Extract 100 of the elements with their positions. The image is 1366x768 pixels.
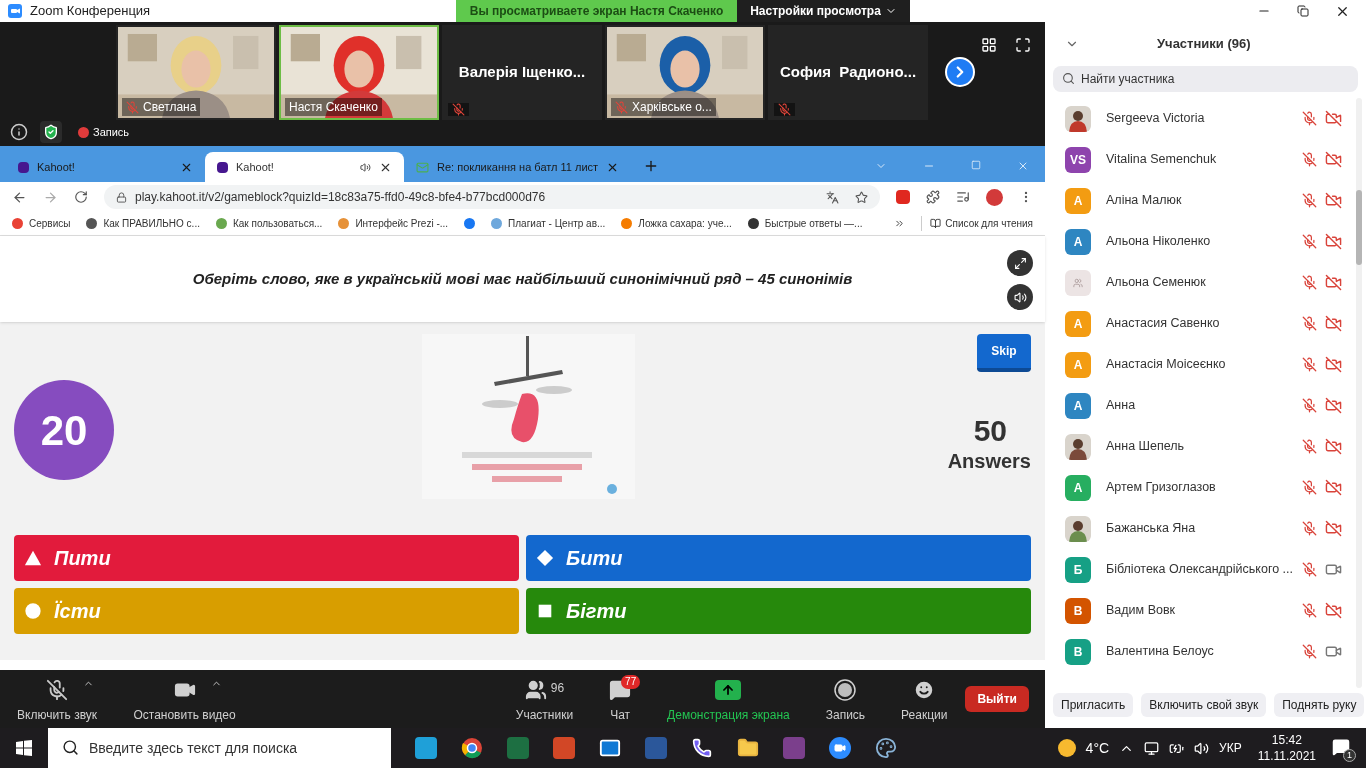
address-bar[interactable]: play.kahoot.it/v2/gameblock?quizId=18c83a75-ffd0-49c8-bfe4-b77bcd000d76 [104,185,880,209]
reload-icon[interactable] [74,190,88,204]
participant-name: Альона Ніколенко [1106,233,1211,251]
participant-row[interactable]: VS Vitalina Semenchuk [1053,139,1356,180]
extension-icon[interactable] [896,190,910,204]
toolbar-button[interactable]: Включить звук [8,672,107,726]
clock-date: 11.11.2021 [1257,748,1316,764]
question-text: Оберіть слово, яке в українській мові має найбільший синонімічний ряд – 45 синонімів [192,268,853,289]
answer-option[interactable]: Бити [526,535,1031,581]
participant-row[interactable]: Sergeeva Victoria [1053,98,1356,139]
camera-app-icon [8,4,22,18]
more-bookmarks-icon[interactable] [894,218,906,229]
avatar: Б [1065,556,1091,583]
tab-title: Re: покликання на батл 11 лист [437,159,599,175]
answers-count: 50 [973,416,1007,446]
lock-icon [116,191,127,203]
bookmark[interactable]: Сервисы [29,216,71,231]
answer-option[interactable]: Бігти [526,588,1031,634]
translate-icon[interactable] [826,190,839,204]
toolbar-button[interactable]: Реакции [883,672,966,726]
circle-icon [24,602,42,620]
browser-tab[interactable]: Kahoot! [205,152,404,182]
countdown-timer: 20 [14,380,114,480]
info-icon[interactable] [10,123,28,141]
answer-option[interactable]: Пити [14,535,519,581]
volume-icon[interactable] [1194,740,1210,756]
participant-name: Анна [1106,397,1136,415]
notifications-icon[interactable] [1332,738,1350,756]
reading-list[interactable]: Список для чтения [945,216,1033,231]
profile-avatar[interactable] [986,188,1003,206]
view-options-button[interactable]: Настройки просмотра [737,0,910,22]
participant-name: Настя Скаченко [289,99,378,116]
participant-name: Альона Семенюк [1106,274,1206,292]
bookmark[interactable]: Интерфейс Prezi -... [355,216,449,231]
browser-tab[interactable]: Re: покликання на батл 11 лист [404,152,632,182]
participant-row[interactable]: В Валентина Белоус [1053,631,1356,672]
layout-icon[interactable] [981,37,997,53]
taskbar-search-field[interactable]: Введите здесь текст для поиска [48,728,391,768]
panel-button[interactable]: Включить свой звук [1141,693,1267,717]
network-icon[interactable] [1144,740,1160,756]
participant-row[interactable]: А Анна [1053,385,1356,426]
bookmark[interactable]: Плагиат - Центр ав... [508,216,606,231]
record-icon [834,679,857,701]
participant-count: 96 [550,680,565,697]
avatar: А [1065,187,1091,214]
panel-button[interactable]: Поднять руку [1274,693,1365,717]
participant-name: Харківське о... [632,99,712,116]
participant-row[interactable]: Бажанська Яна [1053,508,1356,549]
participant-row[interactable]: Анна Шепель [1053,426,1356,467]
search-field[interactable]: Найти участника [1053,66,1358,92]
bookmark-icon[interactable] [464,218,476,229]
skip-button[interactable]: Skip [977,334,1031,372]
toolbar-button[interactable]: Запись [807,672,884,726]
bookmark[interactable]: Ложка сахара: уче... [638,216,732,231]
panel-title: Участники (96) [1157,35,1251,54]
language-indicator[interactable]: УКР [1219,739,1242,757]
participant-name: Артем Гризоглазов [1106,479,1216,497]
windows-logo-icon[interactable] [16,740,32,756]
back-icon[interactable] [12,189,27,205]
people-icon [524,679,547,701]
toolbar-button[interactable]: 77 Чат [591,672,650,726]
participant-name: Анастасия Савенко [1106,315,1220,333]
panel-button[interactable]: Пригласить [1053,693,1134,717]
browser-tab[interactable]: Kahoot! [6,152,205,182]
leave-button[interactable]: Выйти [965,686,1029,712]
toolbar-label: Остановить видео [133,707,236,724]
avatar: А [1065,392,1091,419]
restore-icon[interactable] [1297,5,1309,17]
avatar: В [1065,597,1091,624]
toolbar-button[interactable]: 96 Участники [497,672,592,726]
toolbar-button[interactable]: Демонстрация экрана [649,672,808,726]
star-icon[interactable] [855,190,868,204]
fullscreen-icon[interactable] [1015,37,1031,53]
scrollbar-thumb[interactable] [1356,190,1362,265]
smile-icon [913,679,936,701]
bookmark[interactable]: Как пользоваться... [232,216,323,231]
participant-name: Валентина Белоус [1106,643,1214,661]
recording-label: Запись [93,124,130,140]
participant-row[interactable]: А Альона Ніколенко [1053,221,1356,262]
fullscreen-button[interactable] [1007,250,1033,276]
participant-name: Светлана [143,99,197,116]
participant-row[interactable]: Б Бібліотека Олександрійського ... [1053,549,1356,590]
bookmark[interactable]: Как ПРАВИЛЬНО с... [103,216,200,231]
participant-name: Валерія Іщенко... [458,62,586,83]
media-icon[interactable] [956,190,970,204]
participant-row[interactable]: А Артем Гризоглазов [1053,467,1356,508]
participant-row[interactable]: В Вадим Вовк [1053,590,1356,631]
next-page-button[interactable] [945,57,975,87]
security-shield-icon[interactable] [40,121,62,143]
extensions-icon[interactable] [926,190,940,204]
window-title: Zoom Конференция [30,2,151,21]
participant-row[interactable]: А Анастасия Савенко [1053,303,1356,344]
participant-row[interactable]: А Аліна Малюк [1053,180,1356,221]
avatar: В [1065,638,1091,665]
participant-row[interactable]: Альона Семенюк [1053,262,1356,303]
bookmark[interactable]: Быстрые ответы —... [764,216,863,231]
participant-name: София Радионо... [779,62,917,83]
sound-button[interactable] [1007,284,1033,310]
toolbar-button[interactable]: Остановить видео [124,672,245,726]
participant-row[interactable]: А Анастасія Моісеєнко [1053,344,1356,385]
